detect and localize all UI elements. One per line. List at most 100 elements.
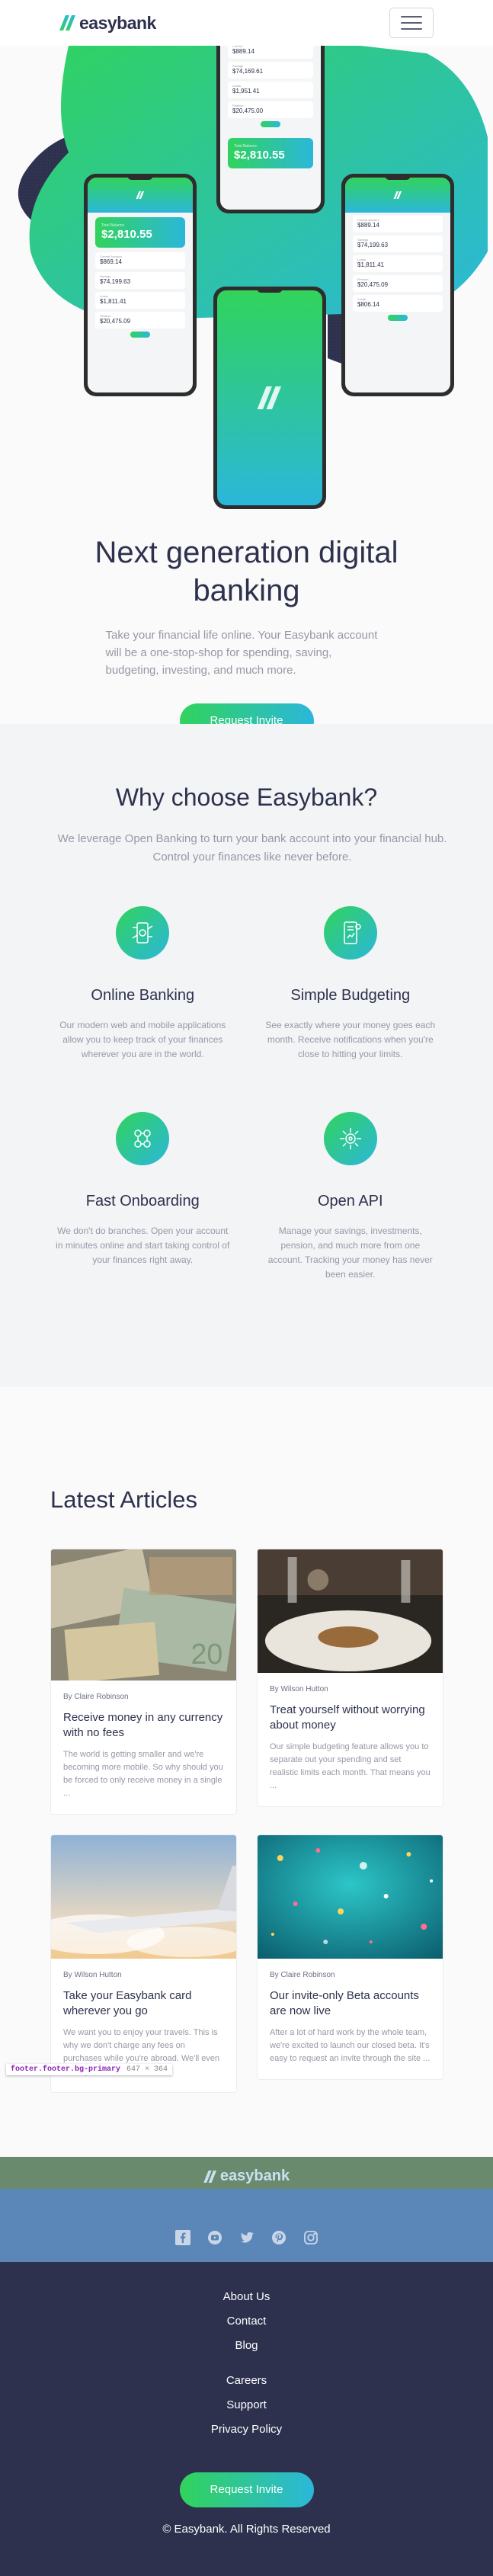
request-invite-button[interactable]: Request Invite [179, 703, 314, 724]
mockup-account: Loans $1,951.41 [228, 82, 313, 98]
api-icon [323, 1112, 377, 1165]
article-title[interactable]: Take your Easybank card wherever you go [63, 1988, 224, 2019]
hero-section: Current $889.14 Savings $74,169.61 Loans $1… [0, 46, 493, 724]
footer-logo[interactable]: easybank [0, 2167, 493, 2185]
mockup-balance: $2,810.55 [101, 228, 152, 241]
social-links [0, 2230, 493, 2245]
mockup-amount: $1,951.41 [232, 88, 260, 95]
feature-title: Open API [317, 1193, 383, 1210]
mockup-amount: $20,475.00 [232, 107, 264, 114]
mockup-account: Savings $74,199.63 [353, 235, 443, 252]
feature-text: See exactly where your money goes each m… [265, 1020, 436, 1059]
hamburger-icon-line [401, 22, 422, 24]
twitter-icon[interactable] [239, 2230, 255, 2245]
footer-link-careers[interactable]: Careers [0, 2369, 493, 2393]
youtube-icon[interactable] [207, 2230, 222, 2245]
logo-icon [136, 191, 144, 199]
footer-link-about[interactable]: About Us [0, 2285, 493, 2309]
features-grid: Online Banking Our modern web and mobile… [50, 897, 443, 1309]
feature-title: Simple Budgeting [290, 987, 411, 1004]
logo-icon [257, 386, 281, 409]
footer-link-blog[interactable]: Blog [0, 2334, 493, 2358]
logo-icon [203, 2170, 216, 2183]
why-section: Why choose Easybank? We leverage Open Ba… [0, 724, 493, 1387]
feature-online-banking: Online Banking Our modern web and mobile… [50, 897, 235, 1103]
why-subtitle: We leverage Open Banking to turn your ba… [57, 832, 447, 863]
phone-mockup-top: Current $889.14 Savings $74,169.61 Loans $1… [216, 46, 325, 213]
phone-screen [217, 290, 322, 505]
feature-text: We don't do branches. Open your account … [56, 1226, 230, 1265]
mockup-amount: $889.14 [232, 48, 255, 55]
mockup-amount: $20,475.09 [100, 318, 131, 325]
hamburger-icon-line [401, 28, 422, 30]
mockup-account: Savings $74,169.61 [228, 62, 313, 78]
phone-screen: Current Account $889.14 Savings $74,199.63… [345, 178, 450, 392]
copyright-text: © Easybank. All Rights Reserved [162, 2523, 331, 2536]
phone-mockup-left: Total Balance $2,810.55 Current Account $8… [84, 174, 197, 396]
instagram-icon[interactable] [303, 2230, 319, 2245]
mockup-amount: $74,199.63 [357, 242, 389, 248]
article-author: By Claire Robinson [63, 1693, 129, 1701]
mockup-amount: $869.14 [100, 258, 122, 265]
footer-request-invite-button[interactable]: Request Invite [179, 2472, 314, 2507]
mockup-account: Loans $1,811.41 [353, 255, 443, 272]
currency-photo: 20 [51, 1549, 236, 1680]
logo-text: easybank [79, 12, 156, 33]
hamburger-icon [401, 16, 422, 18]
article-card[interactable]: 20 By Claire Robinson Receive money in a… [50, 1549, 237, 1815]
mockup-account: Loans $1,811.41 [95, 292, 185, 309]
feature-simple-budgeting: Simple Budgeting See exactly where your … [258, 897, 443, 1103]
footer-link-contact[interactable]: Contact [0, 2309, 493, 2334]
online-banking-icon [116, 906, 170, 960]
svg-text:20: 20 [190, 1639, 222, 1671]
mockup-account: Current Account $889.14 [353, 216, 443, 232]
mockup-account: Credit $806.14 [353, 295, 443, 312]
feature-open-api: Open API Manage your savings, investment… [258, 1103, 443, 1309]
mockup-amount: $74,169.61 [232, 68, 264, 75]
mockup-account: Savings $74,199.63 [95, 272, 185, 289]
budgeting-icon [323, 906, 377, 960]
hamburger-menu-button[interactable] [389, 8, 434, 38]
article-card[interactable]: By Claire Robinson Our invite-only Beta … [257, 1834, 443, 2080]
feature-fast-onboarding: Fast Onboarding We don't do branches. Op… [50, 1103, 235, 1309]
article-author: By Wilson Hutton [63, 1971, 122, 1979]
footer-social-band: easybank [0, 2167, 493, 2262]
mockup-button [388, 315, 408, 321]
mockup-balance-card: Total Balance $2,810.55 [95, 217, 185, 248]
footer-links-primary: About Us Contact Blog [0, 2285, 493, 2358]
footer-link-support[interactable]: Support [0, 2393, 493, 2417]
phone-notch [257, 287, 283, 293]
mockup-balance-card: Total Balance $2,810.55 [228, 138, 313, 168]
why-title: Why choose Easybank? [115, 783, 378, 811]
plane-photo [51, 1835, 236, 1959]
mockup-account: Current $889.14 [228, 46, 313, 59]
phone-notch [127, 174, 153, 180]
phone-notch [385, 174, 411, 180]
mockup-button [130, 332, 150, 338]
easybank-logo[interactable]: easybank [59, 13, 156, 34]
footer-links-secondary: Careers Support Privacy Policy [0, 2369, 493, 2442]
article-card[interactable]: By Wilson Hutton Take your Easybank card… [50, 1834, 237, 2093]
article-excerpt: After a lot of hard work by the whole te… [270, 2028, 431, 2063]
mockup-account: Current Account $869.14 [95, 252, 185, 269]
mockup-account: Pension $20,475.00 [228, 101, 313, 118]
article-title[interactable]: Treat yourself without worrying about mo… [270, 1703, 431, 1733]
badge-selector: footer.footer.bg-primary [11, 2065, 121, 2074]
logo-icon [393, 191, 402, 199]
article-card[interactable]: By Wilson Hutton Treat yourself without … [257, 1549, 443, 1807]
mockup-balance: $2,810.55 [234, 149, 285, 162]
hero-text: Next generation digital banking Take you… [0, 533, 493, 724]
devtools-element-badge: footer.footer.bg-primary 647 × 364 [6, 2064, 173, 2075]
feature-text: Manage your savings, investments, pensio… [267, 1226, 433, 1280]
phone-mockup-center [213, 287, 326, 509]
phone-mockup-right: Current Account $889.14 Savings $74,199.63… [341, 174, 454, 396]
pinterest-icon[interactable] [271, 2230, 287, 2245]
footer-link-privacy[interactable]: Privacy Policy [0, 2417, 493, 2442]
mockup-button [261, 121, 280, 127]
onboarding-icon [116, 1112, 170, 1165]
mockup-header [345, 178, 450, 213]
article-title[interactable]: Our invite-only Beta accounts are now li… [270, 1988, 431, 2019]
article-title[interactable]: Receive money in any currency with no fe… [63, 1710, 224, 1741]
phone-screen: Total Balance $2,810.55 Current Account $8… [88, 178, 193, 392]
facebook-icon[interactable] [174, 2230, 190, 2245]
